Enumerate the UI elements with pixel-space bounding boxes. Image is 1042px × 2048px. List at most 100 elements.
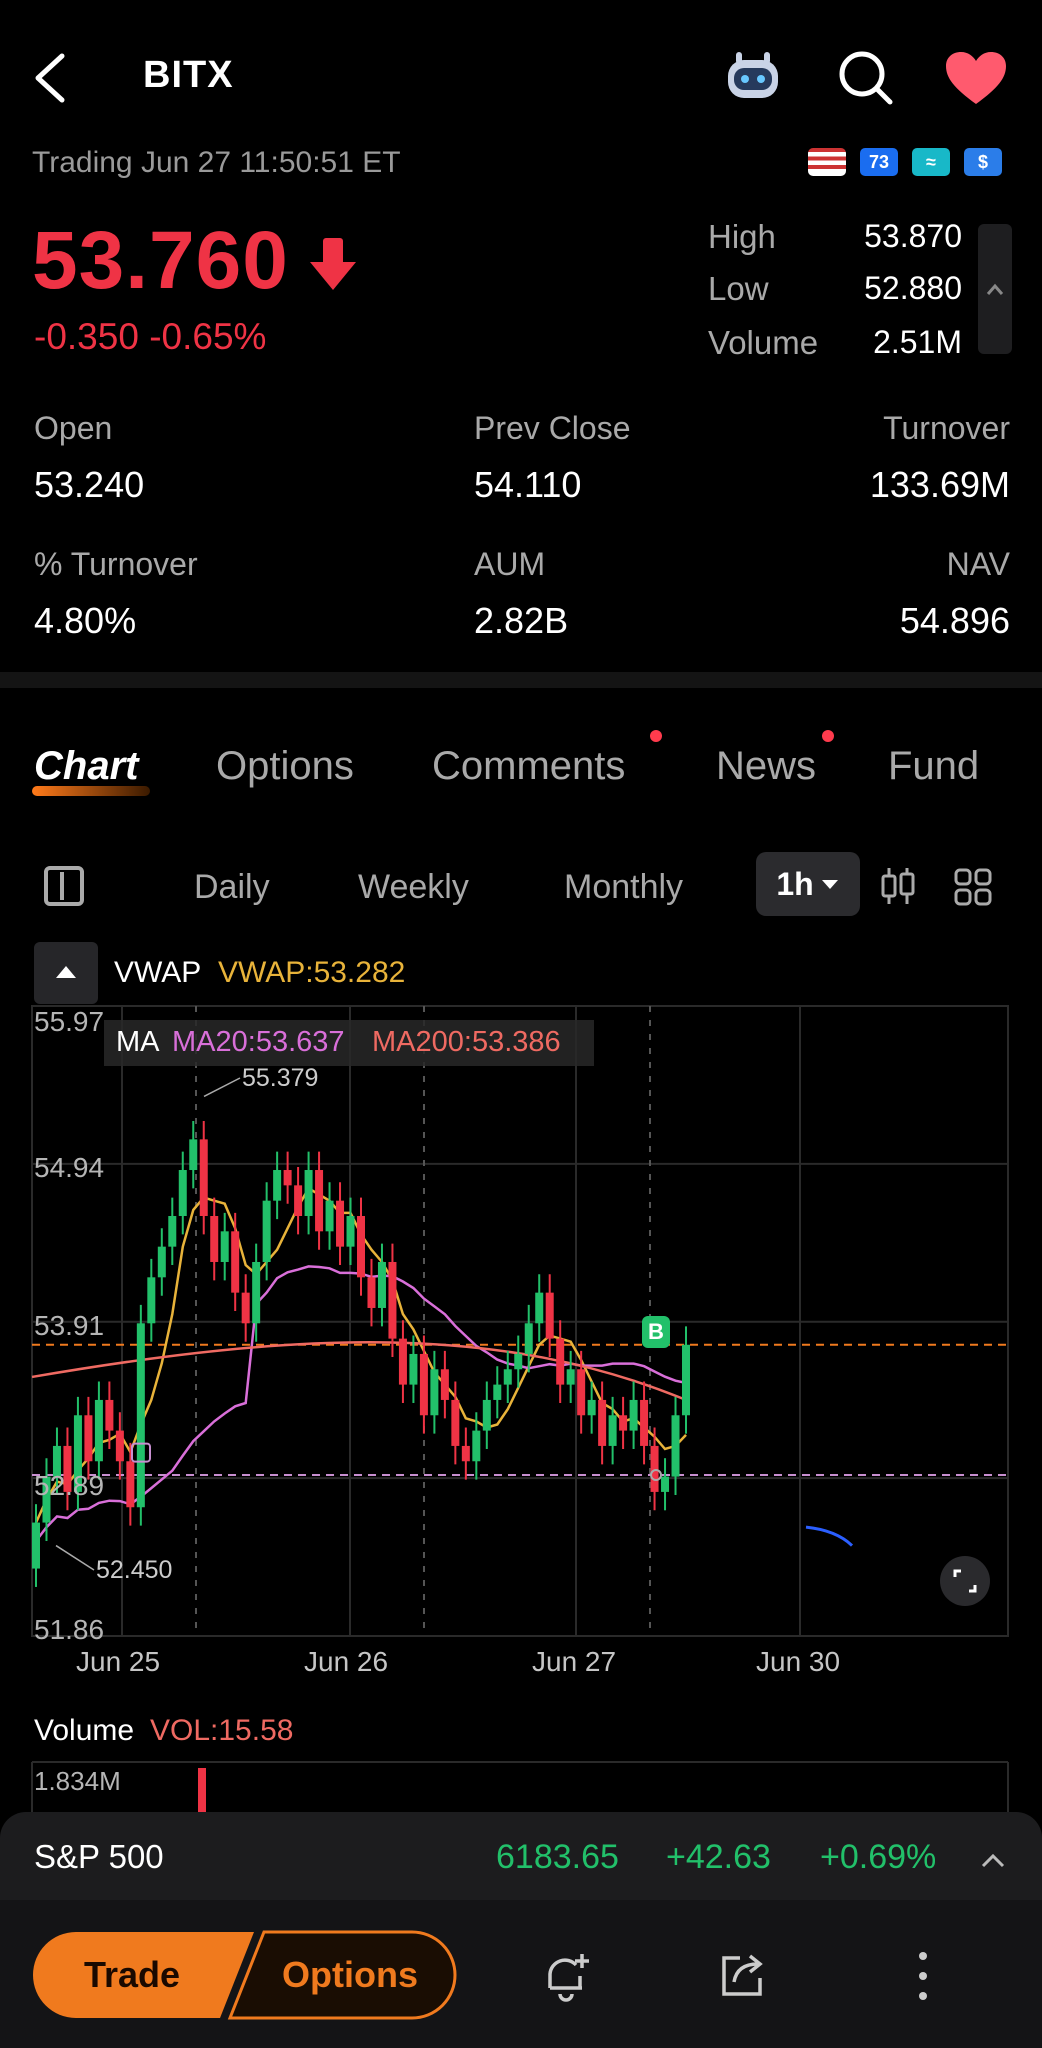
layout-grid-icon[interactable] [954, 868, 992, 906]
candle-body [566, 1369, 575, 1385]
chart-sidebar-toggle-icon[interactable] [44, 866, 84, 906]
buy-marker[interactable]: B [642, 1316, 670, 1348]
candle-body [619, 1415, 628, 1431]
period-monthly[interactable]: Monthly [564, 868, 683, 907]
candle-body [367, 1277, 376, 1308]
candle-body [409, 1353, 418, 1385]
candle-body [661, 1476, 670, 1492]
ai-assistant-icon[interactable] [722, 48, 784, 102]
candle-body [346, 1216, 355, 1247]
volume-value: 2.51M [873, 324, 962, 360]
ma-lines [31, 1186, 854, 1547]
candle-body [178, 1170, 187, 1216]
candle-body [671, 1415, 680, 1477]
candle-body [398, 1338, 407, 1385]
period-daily[interactable]: Daily [194, 868, 270, 907]
candle-body [136, 1323, 145, 1508]
chart-markers [55, 1077, 662, 1571]
stat-value-nav: 54.896 [899, 600, 1010, 641]
ma-label: MA [116, 1026, 160, 1058]
tab-options[interactable]: Options [216, 744, 354, 789]
options-button[interactable]: Options [282, 1954, 418, 1996]
index-name: S&P 500 [34, 1838, 164, 1875]
fullscreen-button[interactable] [940, 1556, 990, 1606]
vwap-label: VWAP [114, 956, 202, 989]
candle-body [461, 1445, 470, 1462]
tab-news[interactable]: News [716, 744, 816, 789]
candle-body [640, 1399, 649, 1446]
stat-label-turnover: Turnover [883, 410, 1010, 446]
period-weekly[interactable]: Weekly [358, 868, 469, 907]
candle-body [608, 1415, 617, 1446]
candle-body [210, 1216, 219, 1262]
news-notification-dot [822, 730, 834, 742]
tab-comments[interactable]: Comments [432, 744, 625, 789]
volume-section-label: Volume [34, 1714, 135, 1747]
candle-body [84, 1415, 93, 1462]
candle-body [493, 1384, 502, 1400]
ma20-value: MA20:53.637 [172, 1026, 345, 1058]
vwap-value: VWAP:53.282 [218, 956, 406, 989]
chart-gridlines [31, 1005, 1009, 1637]
down-arrow-icon [310, 238, 356, 290]
volume-max-label: 1.834M [34, 1766, 121, 1796]
y-tick-1: 55.97 [34, 1006, 105, 1037]
candle-body [325, 1200, 334, 1232]
tab-fund[interactable]: Fund [888, 744, 979, 789]
indicator-collapse-button[interactable] [34, 942, 98, 1004]
candle-body [220, 1231, 229, 1262]
candle-body [252, 1261, 261, 1324]
candle-body [535, 1292, 544, 1324]
quote-expand-toggle[interactable] [978, 224, 1012, 354]
low-marker-label: 52.450 [96, 1556, 173, 1584]
stat-value-turnover: 133.69M [869, 464, 1010, 505]
volume-indicator-value: VOL:15.58 [150, 1714, 294, 1747]
ticker-symbol: BITX [143, 54, 234, 96]
candle-body [419, 1353, 428, 1416]
high-marker-leader [203, 1077, 241, 1098]
ma200-value: MA200:53.386 [372, 1026, 561, 1058]
candle-body [231, 1231, 240, 1293]
candle-body [482, 1399, 491, 1431]
candle-body [304, 1170, 313, 1216]
caret-down-icon [821, 880, 838, 889]
badge-73: 73 [860, 148, 898, 176]
y-tick-4: 52.89 [34, 1470, 105, 1501]
x-tick-jun27: Jun 27 [532, 1646, 617, 1677]
more-vertical-icon[interactable] [908, 1948, 938, 2004]
back-arrow-icon[interactable] [30, 50, 70, 106]
candle-body [430, 1369, 439, 1416]
search-icon[interactable] [836, 48, 896, 108]
trade-button[interactable]: Trade [84, 1954, 180, 1996]
chevron-up-icon[interactable] [978, 1846, 1008, 1876]
y-tick-2: 54.94 [34, 1152, 105, 1183]
candle-body [472, 1430, 481, 1462]
last-price: 53.760 [32, 215, 289, 306]
projection-line [805, 1525, 854, 1547]
candle-body [598, 1399, 607, 1446]
badge-shield-icon: ≈ [912, 148, 950, 176]
period-1h-dropdown[interactable]: 1h [756, 852, 860, 916]
stat-label-nav: NAV [946, 546, 1010, 582]
section-divider [0, 672, 1042, 688]
expand-icon [953, 1569, 977, 1593]
comments-notification-dot [650, 730, 662, 742]
candle-body [545, 1292, 554, 1339]
candle-body [32, 1522, 40, 1569]
low-value: 52.880 [864, 270, 962, 306]
active-tab-indicator [32, 786, 150, 796]
candle-body [283, 1170, 292, 1186]
badge-dollar-icon: $ [964, 148, 1002, 176]
stat-value-pct-turnover: 4.80% [34, 600, 137, 641]
low-label: Low [708, 270, 769, 307]
market-badges: 73 ≈ $ [808, 148, 1002, 176]
add-alert-bell-icon[interactable] [538, 1948, 594, 2004]
candle-body [262, 1200, 271, 1262]
us-flag-icon [808, 148, 846, 176]
favorite-heart-icon[interactable] [944, 50, 1008, 106]
chevron-up-icon [986, 283, 1004, 295]
x-tick-jun30: Jun 30 [756, 1646, 841, 1677]
chart-type-candle-icon[interactable] [880, 866, 916, 906]
tab-chart[interactable]: Chart [34, 744, 138, 789]
share-icon[interactable] [716, 1948, 768, 2000]
